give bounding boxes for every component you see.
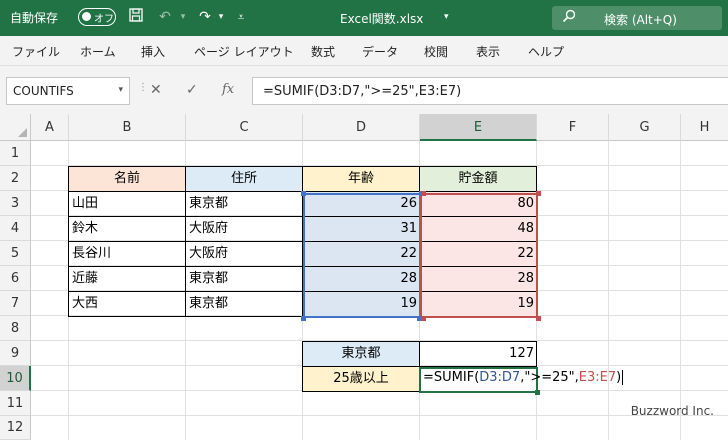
worksheet-grid[interactable]: A B C D E F G H 1 2 3 4 5 6 7 8 9 10 11 … [0, 114, 728, 440]
toggle-knob [82, 12, 91, 21]
summary-value-cell[interactable]: 127 [419, 341, 537, 367]
address-cell[interactable]: 大阪府 [185, 216, 303, 242]
formula-input[interactable]: =SUMIF(D3:D7,">=25",E3:E7) [252, 77, 728, 105]
enter-check-icon[interactable]: ✓ [186, 82, 198, 98]
tab-view[interactable]: 表示 [476, 43, 500, 60]
header-name-cell[interactable]: 名前 [68, 166, 186, 192]
name-cell[interactable]: 鈴木 [68, 216, 186, 242]
column-header-f[interactable]: F [537, 114, 609, 141]
column-header-c[interactable]: C [186, 114, 303, 141]
column-header-h[interactable]: H [681, 114, 728, 141]
row-header-4[interactable]: 4 [0, 216, 31, 241]
address-cell[interactable]: 東京都 [185, 291, 303, 317]
tab-insert[interactable]: 挿入 [141, 43, 165, 60]
row-header-11[interactable]: 11 [0, 391, 31, 416]
edit-part: ) [616, 370, 622, 385]
range-handle[interactable] [536, 316, 541, 321]
row-header-12[interactable]: 12 [0, 416, 31, 440]
edit-part: ,">=25", [520, 370, 579, 385]
watermark: Buzzword Inc. [630, 404, 714, 418]
tab-formulas[interactable]: 数式 [311, 43, 335, 60]
splitter-dots-icon[interactable]: ⋮ [138, 82, 148, 93]
name-box[interactable]: COUNTIFS ▾ [6, 77, 130, 105]
tab-home[interactable]: ホーム [80, 43, 116, 60]
redo-dropdown-icon[interactable]: ▾ [216, 8, 226, 26]
row-header-8[interactable]: 8 [0, 316, 31, 341]
row-header-5[interactable]: 5 [0, 241, 31, 266]
column-header-b[interactable]: B [69, 114, 186, 141]
range-handle[interactable] [536, 191, 541, 196]
edit-ref-e3-e7: E3:E7 [578, 370, 617, 385]
tab-help[interactable]: ヘルプ [528, 43, 564, 60]
name-box-value: COUNTIFS [13, 84, 74, 98]
autosave-label: 自動保存 [10, 11, 59, 25]
column-header-g[interactable]: G [609, 114, 681, 141]
range-handle[interactable] [421, 316, 426, 321]
row-header-7[interactable]: 7 [0, 291, 31, 316]
row-header-10[interactable]: 10 [0, 366, 31, 391]
name-cell[interactable]: 近藤 [68, 266, 186, 292]
text-cursor [622, 370, 624, 385]
cancel-icon[interactable]: ✕ [150, 82, 162, 98]
name-box-dropdown-icon[interactable]: ▾ [118, 85, 123, 95]
tab-page-layout[interactable]: ページ レイアウト [194, 43, 294, 60]
header-address-cell[interactable]: 住所 [185, 166, 303, 192]
name-cell[interactable]: 山田 [68, 191, 186, 217]
autosave-state: オフ [94, 14, 114, 25]
header-savings-cell[interactable]: 貯金額 [419, 166, 537, 192]
tab-review[interactable]: 校閲 [424, 43, 448, 60]
select-all-corner[interactable] [0, 114, 31, 141]
filename-dropdown-icon[interactable]: ▾ [444, 12, 449, 22]
row-header-2[interactable]: 2 [0, 166, 31, 191]
range-handle[interactable] [421, 191, 426, 196]
redo-icon[interactable]: ↷ [196, 8, 214, 26]
edit-part: =SUMIF( [423, 370, 480, 385]
autosave-toggle[interactable]: オフ [78, 8, 116, 26]
gridline [31, 415, 728, 416]
row-header-1[interactable]: 1 [0, 141, 31, 166]
insert-function-icon[interactable]: fx [222, 82, 234, 97]
name-cell[interactable]: 長谷川 [68, 241, 186, 267]
tab-file[interactable]: ファイル [12, 43, 60, 60]
search-label: 検索 (Alt+Q) [604, 13, 677, 27]
file-name[interactable]: Excel関数.xlsx [340, 10, 423, 27]
formula-text: =SUMIF(D3:D7,">=25",E3:E7) [263, 84, 462, 99]
address-cell[interactable]: 東京都 [185, 266, 303, 292]
row-header-6[interactable]: 6 [0, 266, 31, 291]
row-header-9[interactable]: 9 [0, 341, 31, 366]
name-cell[interactable]: 大西 [68, 291, 186, 317]
range-handle[interactable] [301, 316, 306, 321]
customize-toolbar-icon[interactable]: ⩡ [234, 8, 248, 26]
tab-data[interactable]: データ [362, 43, 398, 60]
title-bar: 自動保存 オフ ↶ ▾ ↷ ▾ ⩡ Excel関数.xlsx ▾ 検索 (Alt… [0, 0, 728, 36]
cell-edit-formula[interactable]: =SUMIF(D3:D7,">=25",E3:E7) [423, 370, 624, 385]
formula-bar: COUNTIFS ▾ ⋮ ✕ ✓ fx =SUMIF(D3:D7,">=25",… [0, 66, 728, 114]
search-box[interactable]: 検索 (Alt+Q) [552, 6, 722, 30]
column-header-e[interactable]: E [420, 114, 537, 141]
row-header-3[interactable]: 3 [0, 191, 31, 216]
address-cell[interactable]: 東京都 [185, 191, 303, 217]
reference-range-e3-e7 [420, 193, 538, 318]
range-handle[interactable] [301, 191, 306, 196]
column-header-a[interactable]: A [31, 114, 69, 141]
undo-icon[interactable]: ↶ [156, 8, 174, 26]
fill-handle[interactable] [535, 390, 540, 395]
column-header-d[interactable]: D [303, 114, 420, 141]
reference-range-d3-d7 [303, 193, 421, 318]
ribbon-tabs: ファイル ホーム 挿入 ページ レイアウト 数式 データ 校閲 表示 ヘルプ [0, 36, 728, 66]
save-icon[interactable] [128, 8, 144, 27]
address-cell[interactable]: 大阪府 [185, 241, 303, 267]
header-age-cell[interactable]: 年齢 [302, 166, 420, 192]
undo-dropdown-icon[interactable]: ▾ [178, 8, 188, 26]
edit-ref-d3-d7: D3:D7 [479, 370, 521, 385]
search-icon [562, 9, 576, 27]
summary-label-cell[interactable]: 25歳以上 [302, 366, 420, 392]
summary-label-cell[interactable]: 東京都 [302, 341, 420, 367]
